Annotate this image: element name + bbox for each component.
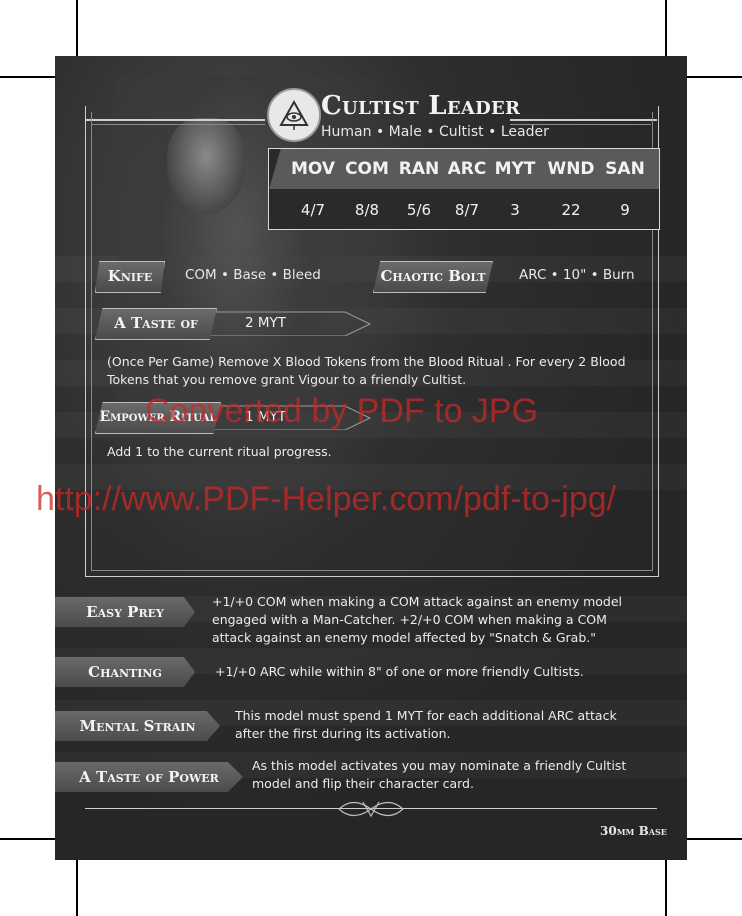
crop-mark-bottom-right-v xyxy=(665,860,667,916)
weapon-knife-traits: COM • Base • Bleed xyxy=(185,267,321,283)
card-title: Cultist Leader xyxy=(321,91,521,121)
crop-mark-bottom-left-h xyxy=(0,838,55,840)
ornament-icon xyxy=(338,801,404,818)
ability-mental-strain-text: This model must spend 1 MYT for each add… xyxy=(235,708,617,741)
ability-chanting-text: +1/+0 ARC while within 8" of one or more… xyxy=(215,664,584,679)
crop-mark-top-right-h xyxy=(687,76,742,78)
stat-value: 9 xyxy=(620,201,630,219)
crop-mark-bottom-left-v xyxy=(76,860,78,916)
stat-label: MOV xyxy=(290,159,336,179)
ability-taste-of-power-label: A Taste of Power xyxy=(55,762,243,792)
card-traits: Human • Male • Cultist • Leader xyxy=(321,124,549,140)
stat-label: SAN xyxy=(605,159,645,179)
action-empower-ritual-text: Add 1 to the current ritual progress. xyxy=(107,444,332,459)
base-size: 30mm Base xyxy=(600,824,667,838)
stat-label: RAN xyxy=(398,159,440,179)
action-taste-of-life-cost: 2 MYT xyxy=(245,315,287,331)
stat-label: COM xyxy=(345,159,389,179)
eye-sigil-icon xyxy=(267,88,321,142)
weapon-chaotic-bolt-traits: ARC • 10" • Burn xyxy=(519,267,635,283)
crop-mark-top-right-v xyxy=(665,0,667,56)
stat-label: ARC xyxy=(447,159,487,179)
character-card: Cultist Leader Human • Male • Cultist • … xyxy=(55,56,687,860)
stat-block: MOV 4/7 COM 8/8 RAN 5/6 ARC 8/7 MYT 3 WN… xyxy=(268,148,660,230)
crop-mark-bottom-right-h xyxy=(687,838,742,840)
stat-value: 4/7 xyxy=(300,201,326,219)
crop-mark-top-left-h xyxy=(0,76,55,78)
watermark-line-2: http://www.PDF-Helper.com/pdf-to-jpg/ xyxy=(36,480,617,518)
weapon-chaotic-bolt-label: Chaotic Bolt xyxy=(373,261,493,293)
weapon-knife-label: Knife xyxy=(95,261,165,293)
stat-value: 5/6 xyxy=(406,201,432,219)
stat-value: 22 xyxy=(561,201,581,219)
stat-label: MYT xyxy=(494,159,536,179)
stat-value: 8/8 xyxy=(354,201,380,219)
ability-taste-of-power-text: As this model activates you may nominate… xyxy=(252,758,627,791)
ability-easy-prey-text: +1/+0 COM when making a COM attack again… xyxy=(212,594,623,645)
watermark-line-1: Converted by PDF to JPG xyxy=(145,392,539,430)
ability-easy-prey-label: Easy Prey xyxy=(55,597,195,627)
action-taste-of-life-label: A Taste of Life xyxy=(95,308,217,340)
ability-chanting-label: Chanting xyxy=(55,657,195,687)
action-cost-arrow xyxy=(205,311,372,336)
stat-value: 3 xyxy=(510,201,520,219)
action-taste-of-life-text: (Once Per Game) Remove X Blood Tokens fr… xyxy=(107,354,626,387)
stat-label: WND xyxy=(547,159,595,179)
stat-value: 8/7 xyxy=(454,201,480,219)
crop-mark-top-left-v xyxy=(76,0,78,56)
ability-mental-strain-label: Mental Strain xyxy=(55,711,220,741)
